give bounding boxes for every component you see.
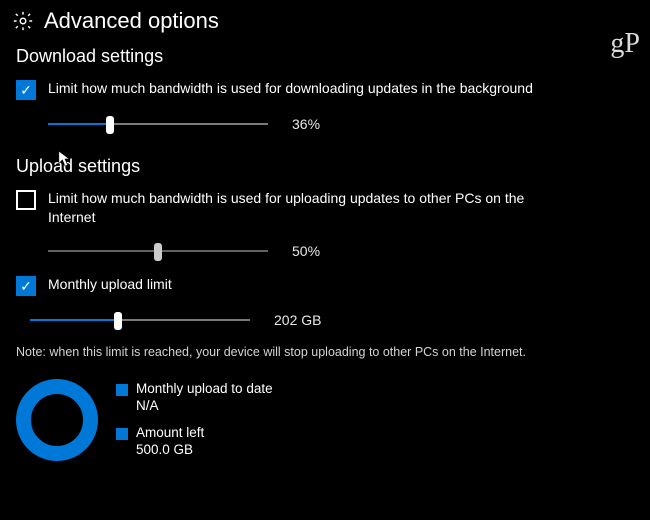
watermark-gp: gP [610,28,640,60]
legend-uploaded: Monthly upload to date N/A [116,381,273,415]
legend-swatch-uploaded [116,384,128,396]
legend-left: Amount left 500.0 GB [116,425,273,459]
upload-limit-label: Limit how much bandwidth is used for upl… [48,189,558,227]
download-limit-row: Limit how much bandwidth is used for dow… [0,75,650,104]
upload-limit-row: Limit how much bandwidth is used for upl… [0,185,650,231]
page-title: Advanced options [44,8,219,34]
gear-icon [12,10,34,32]
monthly-slider-value: 202 GB [274,312,334,328]
upload-usage-legend: Monthly upload to date N/A Amount left 5… [116,381,273,459]
upload-limit-note: Note: when this limit is reached, your d… [0,334,650,369]
legend-uploaded-value: N/A [136,398,273,415]
upload-slider-wrap: 50% [0,231,650,265]
download-slider-wrap: 36% [0,104,650,138]
monthly-limit-label: Monthly upload limit [48,275,172,294]
legend-left-value: 500.0 GB [136,442,204,459]
download-limit-checkbox[interactable] [16,80,36,100]
monthly-limit-checkbox[interactable] [16,276,36,296]
upload-slider-value: 50% [292,243,352,259]
page-header: Advanced options [0,0,650,40]
upload-usage-donut [16,379,98,461]
legend-swatch-left [116,428,128,440]
monthly-limit-row: Monthly upload limit [0,265,650,300]
legend-uploaded-label: Monthly upload to date [136,381,273,398]
download-limit-label: Limit how much bandwidth is used for dow… [48,79,533,98]
legend-left-label: Amount left [136,425,204,442]
upload-bandwidth-slider[interactable] [48,241,268,261]
download-slider-value: 36% [292,116,352,132]
download-bandwidth-slider[interactable] [48,114,268,134]
download-section-title: Download settings [0,40,650,75]
monthly-upload-limit-slider[interactable] [30,310,250,330]
upload-section-title: Upload settings [0,138,650,185]
monthly-slider-wrap: 202 GB [0,300,650,334]
upload-limit-checkbox[interactable] [16,190,36,210]
upload-usage-chart-area: Monthly upload to date N/A Amount left 5… [0,369,650,471]
